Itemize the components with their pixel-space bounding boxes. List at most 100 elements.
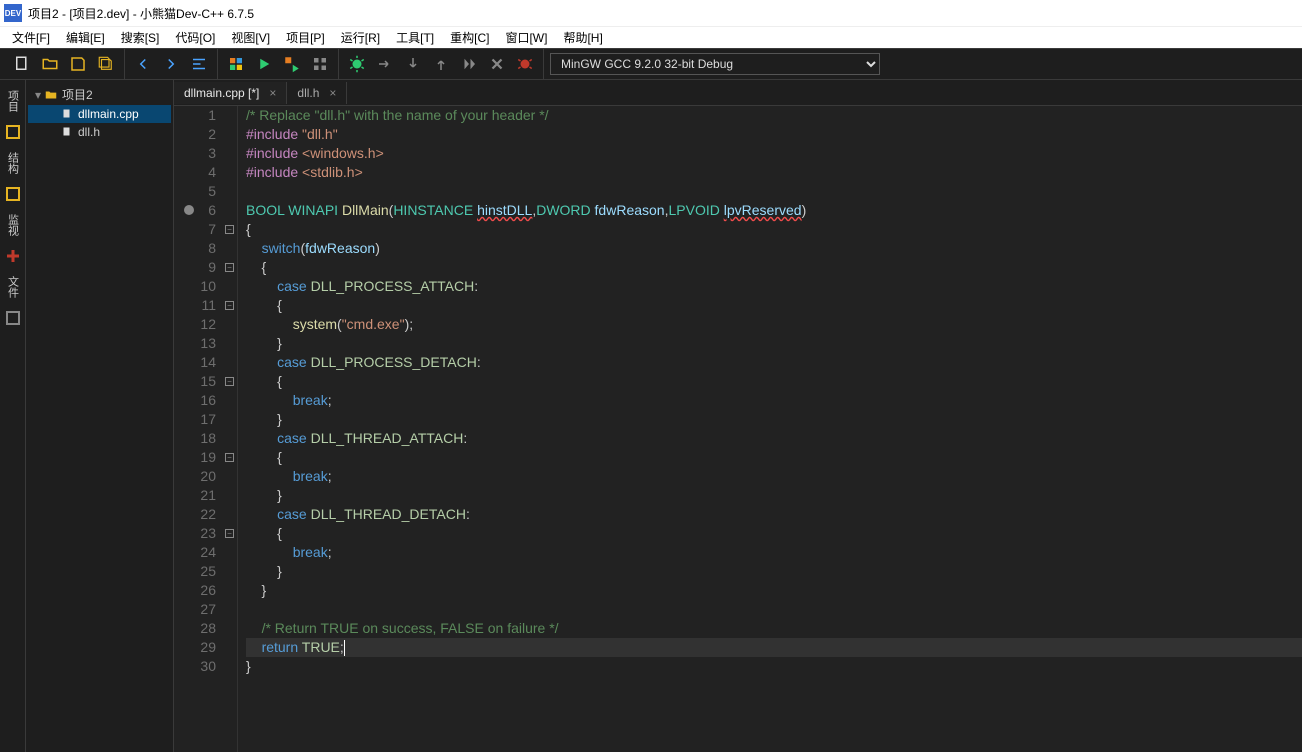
menu-item[interactable]: 搜索[S] [113,27,168,48]
editor-tab[interactable]: dll.h× [287,82,347,104]
code-line[interactable]: { [246,258,1302,277]
dock-tab[interactable]: 结构 [3,146,23,180]
line-number[interactable]: 21 [186,486,216,505]
menu-item[interactable]: 文件[F] [4,27,58,48]
code-line[interactable]: BOOL WINAPI DllMain(HINSTANCE hinstDLL,D… [246,201,1302,220]
code-line[interactable]: break; [246,391,1302,410]
line-number[interactable]: 2 [186,125,216,144]
line-number[interactable]: 7 [186,220,216,239]
fold-toggle[interactable]: − [225,225,234,234]
line-number[interactable]: 26 [186,581,216,600]
line-number[interactable]: 17 [186,410,216,429]
rebuild-button[interactable] [307,51,333,77]
code-line[interactable]: /* Return TRUE on success, FALSE on fail… [246,619,1302,638]
fold-toggle[interactable]: − [225,529,234,538]
menu-item[interactable]: 视图[V] [223,27,278,48]
stop-button[interactable] [484,51,510,77]
tree-root[interactable]: ▾ 项目2 [28,84,171,105]
menu-item[interactable]: 重构[C] [442,27,497,48]
fold-toggle[interactable]: − [225,453,234,462]
debug-button[interactable] [344,51,370,77]
dock-icon[interactable] [3,246,23,266]
code-line[interactable]: system("cmd.exe"); [246,315,1302,334]
tree-file-dllh[interactable]: dll.h [28,123,171,141]
line-number[interactable]: 14 [186,353,216,372]
line-number[interactable]: 3 [186,144,216,163]
step-out-button[interactable] [428,51,454,77]
line-number[interactable]: 27 [186,600,216,619]
line-number[interactable]: 20 [186,467,216,486]
code-line[interactable]: break; [246,467,1302,486]
line-number[interactable]: 15 [186,372,216,391]
new-file-button[interactable] [9,51,35,77]
code-line[interactable]: } [246,562,1302,581]
code-line[interactable]: #include "dll.h" [246,125,1302,144]
line-number[interactable]: 25 [186,562,216,581]
code-line[interactable]: { [246,448,1302,467]
dock-tab[interactable]: 项目 [3,84,23,118]
code-line[interactable] [246,600,1302,619]
code-line[interactable]: case DLL_PROCESS_DETACH: [246,353,1302,372]
code-line[interactable]: case DLL_PROCESS_ATTACH: [246,277,1302,296]
dock-icon[interactable] [3,184,23,204]
line-number[interactable]: 19 [186,448,216,467]
line-number[interactable]: 6 [186,201,216,220]
menu-item[interactable]: 项目[P] [278,27,333,48]
line-number[interactable]: 10 [186,277,216,296]
line-number[interactable]: 28 [186,619,216,638]
code-line[interactable]: } [246,581,1302,600]
continue-button[interactable] [456,51,482,77]
compiler-select[interactable]: MinGW GCC 9.2.0 32-bit Debug [550,53,880,75]
dock-icon[interactable] [3,122,23,142]
line-number[interactable]: 18 [186,429,216,448]
fold-column[interactable]: −−−−−− [222,106,238,752]
code-content[interactable]: /* Replace "dll.h" with the name of your… [238,106,1302,752]
code-line[interactable]: { [246,220,1302,239]
line-number[interactable]: 24 [186,543,216,562]
compile-run-button[interactable] [279,51,305,77]
code-area[interactable]: 1234567891011121314151617181920212223242… [174,106,1302,752]
menu-item[interactable]: 代码[O] [167,27,223,48]
fold-toggle[interactable]: − [225,263,234,272]
line-number[interactable]: 11 [186,296,216,315]
code-line[interactable]: { [246,524,1302,543]
compile-button[interactable] [223,51,249,77]
tree-file-dllmain[interactable]: dllmain.cpp [28,105,171,123]
close-icon[interactable]: × [329,86,336,100]
tree-expand-icon[interactable]: ▾ [32,88,44,102]
line-number[interactable]: 5 [186,182,216,201]
breakpoint-icon[interactable] [184,205,194,215]
menu-item[interactable]: 帮助[H] [555,27,610,48]
line-number[interactable]: 22 [186,505,216,524]
line-number[interactable]: 9 [186,258,216,277]
menu-item[interactable]: 运行[R] [333,27,388,48]
step-into-button[interactable] [400,51,426,77]
forward-button[interactable] [158,51,184,77]
line-number[interactable]: 13 [186,334,216,353]
line-number[interactable]: 12 [186,315,216,334]
code-line[interactable]: #include <windows.h> [246,144,1302,163]
save-button[interactable] [65,51,91,77]
code-line[interactable]: { [246,372,1302,391]
line-number[interactable]: 30 [186,657,216,676]
save-all-button[interactable] [93,51,119,77]
code-line[interactable]: case DLL_THREAD_DETACH: [246,505,1302,524]
editor-tab[interactable]: dllmain.cpp [*]× [174,82,287,104]
format-button[interactable] [186,51,212,77]
dock-icon[interactable] [3,308,23,328]
menu-item[interactable]: 窗口[W] [497,27,555,48]
menu-item[interactable]: 编辑[E] [58,27,113,48]
code-line[interactable]: } [246,334,1302,353]
code-line[interactable]: /* Replace "dll.h" with the name of your… [246,106,1302,125]
fold-toggle[interactable]: − [225,377,234,386]
code-line[interactable] [246,182,1302,201]
open-button[interactable] [37,51,63,77]
debug-bug-button[interactable] [512,51,538,77]
code-line[interactable]: } [246,486,1302,505]
step-over-button[interactable] [372,51,398,77]
code-line[interactable]: return TRUE; [246,638,1302,657]
code-line[interactable]: } [246,657,1302,676]
line-number[interactable]: 23 [186,524,216,543]
back-button[interactable] [130,51,156,77]
dock-tab[interactable]: 监视 [3,208,23,242]
